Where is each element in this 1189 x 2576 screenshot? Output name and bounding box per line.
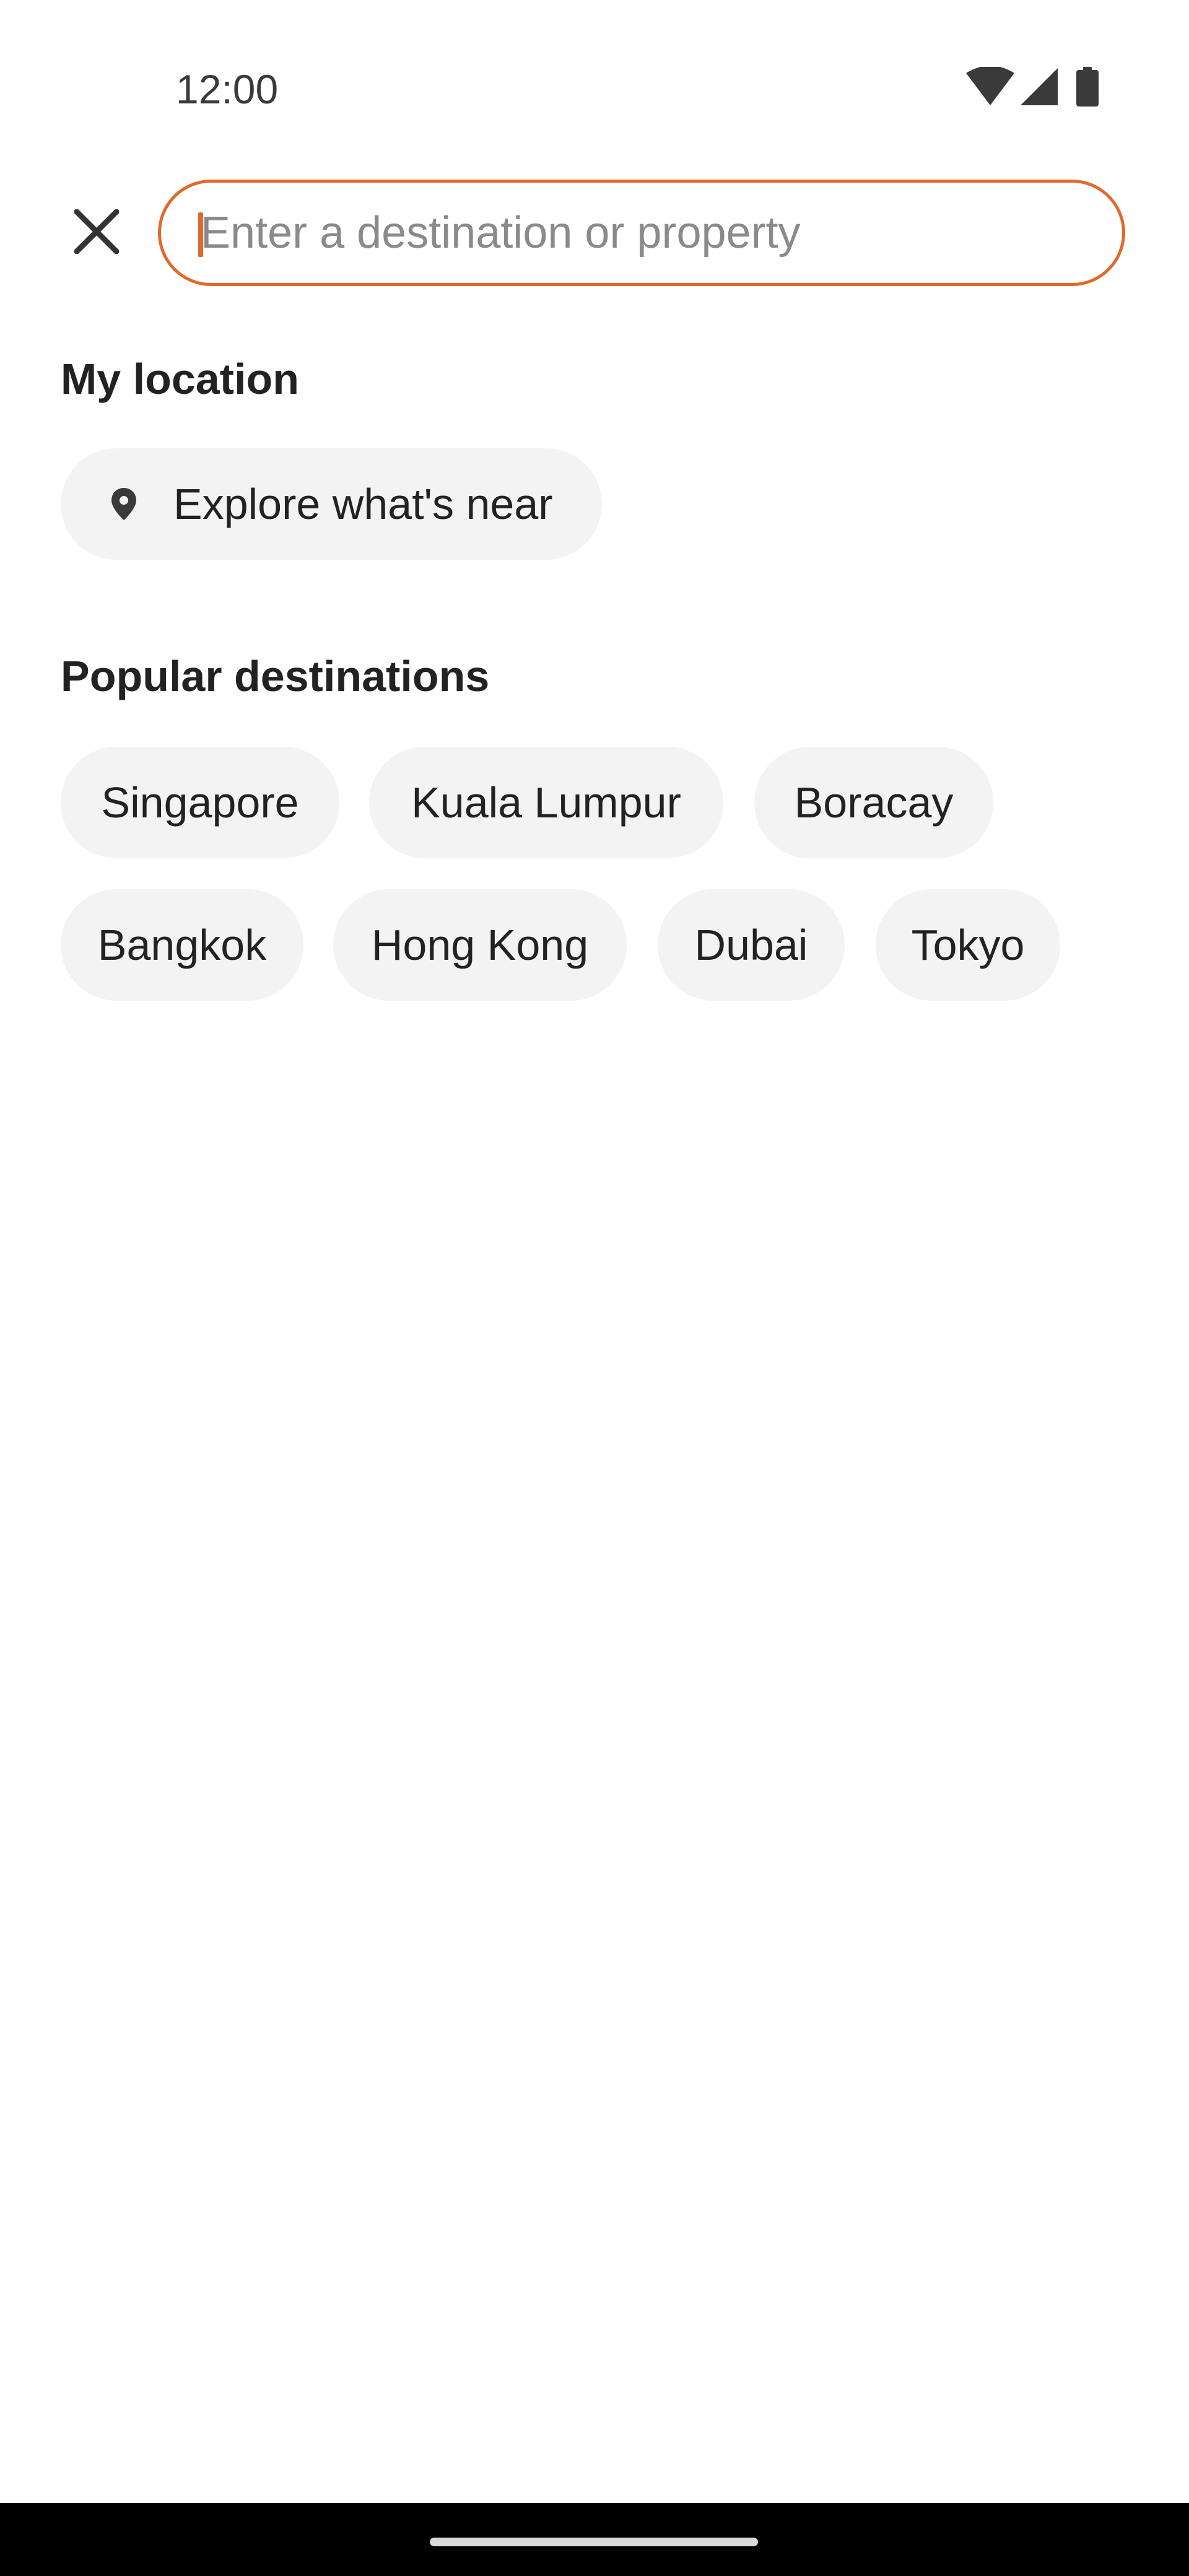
destination-chip-dubai[interactable]: Dubai bbox=[658, 889, 845, 1001]
destination-chip-label: Kuala Lumpur bbox=[411, 778, 681, 827]
status-bar: 12:00 bbox=[0, 0, 1189, 180]
cellular-signal-icon bbox=[1021, 68, 1058, 105]
close-button[interactable] bbox=[59, 194, 134, 269]
home-indicator[interactable] bbox=[430, 2538, 758, 2546]
destination-chip-label: Hong Kong bbox=[371, 921, 589, 969]
system-navigation-bar bbox=[0, 2503, 1189, 2576]
destination-chip-label: Tokyo bbox=[911, 921, 1025, 969]
destination-chip-tokyo[interactable]: Tokyo bbox=[876, 889, 1060, 1001]
my-location-heading: My location bbox=[61, 355, 300, 403]
destination-chip-label: Boracay bbox=[794, 778, 954, 827]
status-time: 12:00 bbox=[176, 66, 279, 112]
explore-nearby-button[interactable]: Explore what's near bbox=[61, 448, 602, 560]
wifi-icon bbox=[966, 67, 1014, 105]
destination-chip-hong-kong[interactable]: Hong Kong bbox=[333, 889, 627, 1001]
destination-chip-bangkok[interactable]: Bangkok bbox=[61, 889, 303, 1001]
search-box bbox=[158, 180, 1125, 286]
destination-chip-label: Dubai bbox=[694, 921, 808, 969]
text-caret bbox=[198, 212, 203, 257]
location-pin-icon bbox=[105, 485, 142, 523]
destination-search-input[interactable] bbox=[196, 183, 1092, 283]
popular-destinations-heading: Popular destinations bbox=[61, 652, 490, 700]
close-icon bbox=[74, 209, 119, 254]
destination-chip-label: Bangkok bbox=[97, 921, 267, 969]
explore-nearby-label: Explore what's near bbox=[173, 480, 553, 528]
status-icons bbox=[966, 67, 1108, 110]
destination-chip-singapore[interactable]: Singapore bbox=[61, 747, 339, 858]
battery-icon bbox=[1076, 67, 1099, 107]
destination-chip-label: Singapore bbox=[101, 778, 299, 827]
destination-chip-boracay[interactable]: Boracay bbox=[754, 747, 993, 858]
destination-chip-kuala-lumpur[interactable]: Kuala Lumpur bbox=[369, 747, 723, 858]
